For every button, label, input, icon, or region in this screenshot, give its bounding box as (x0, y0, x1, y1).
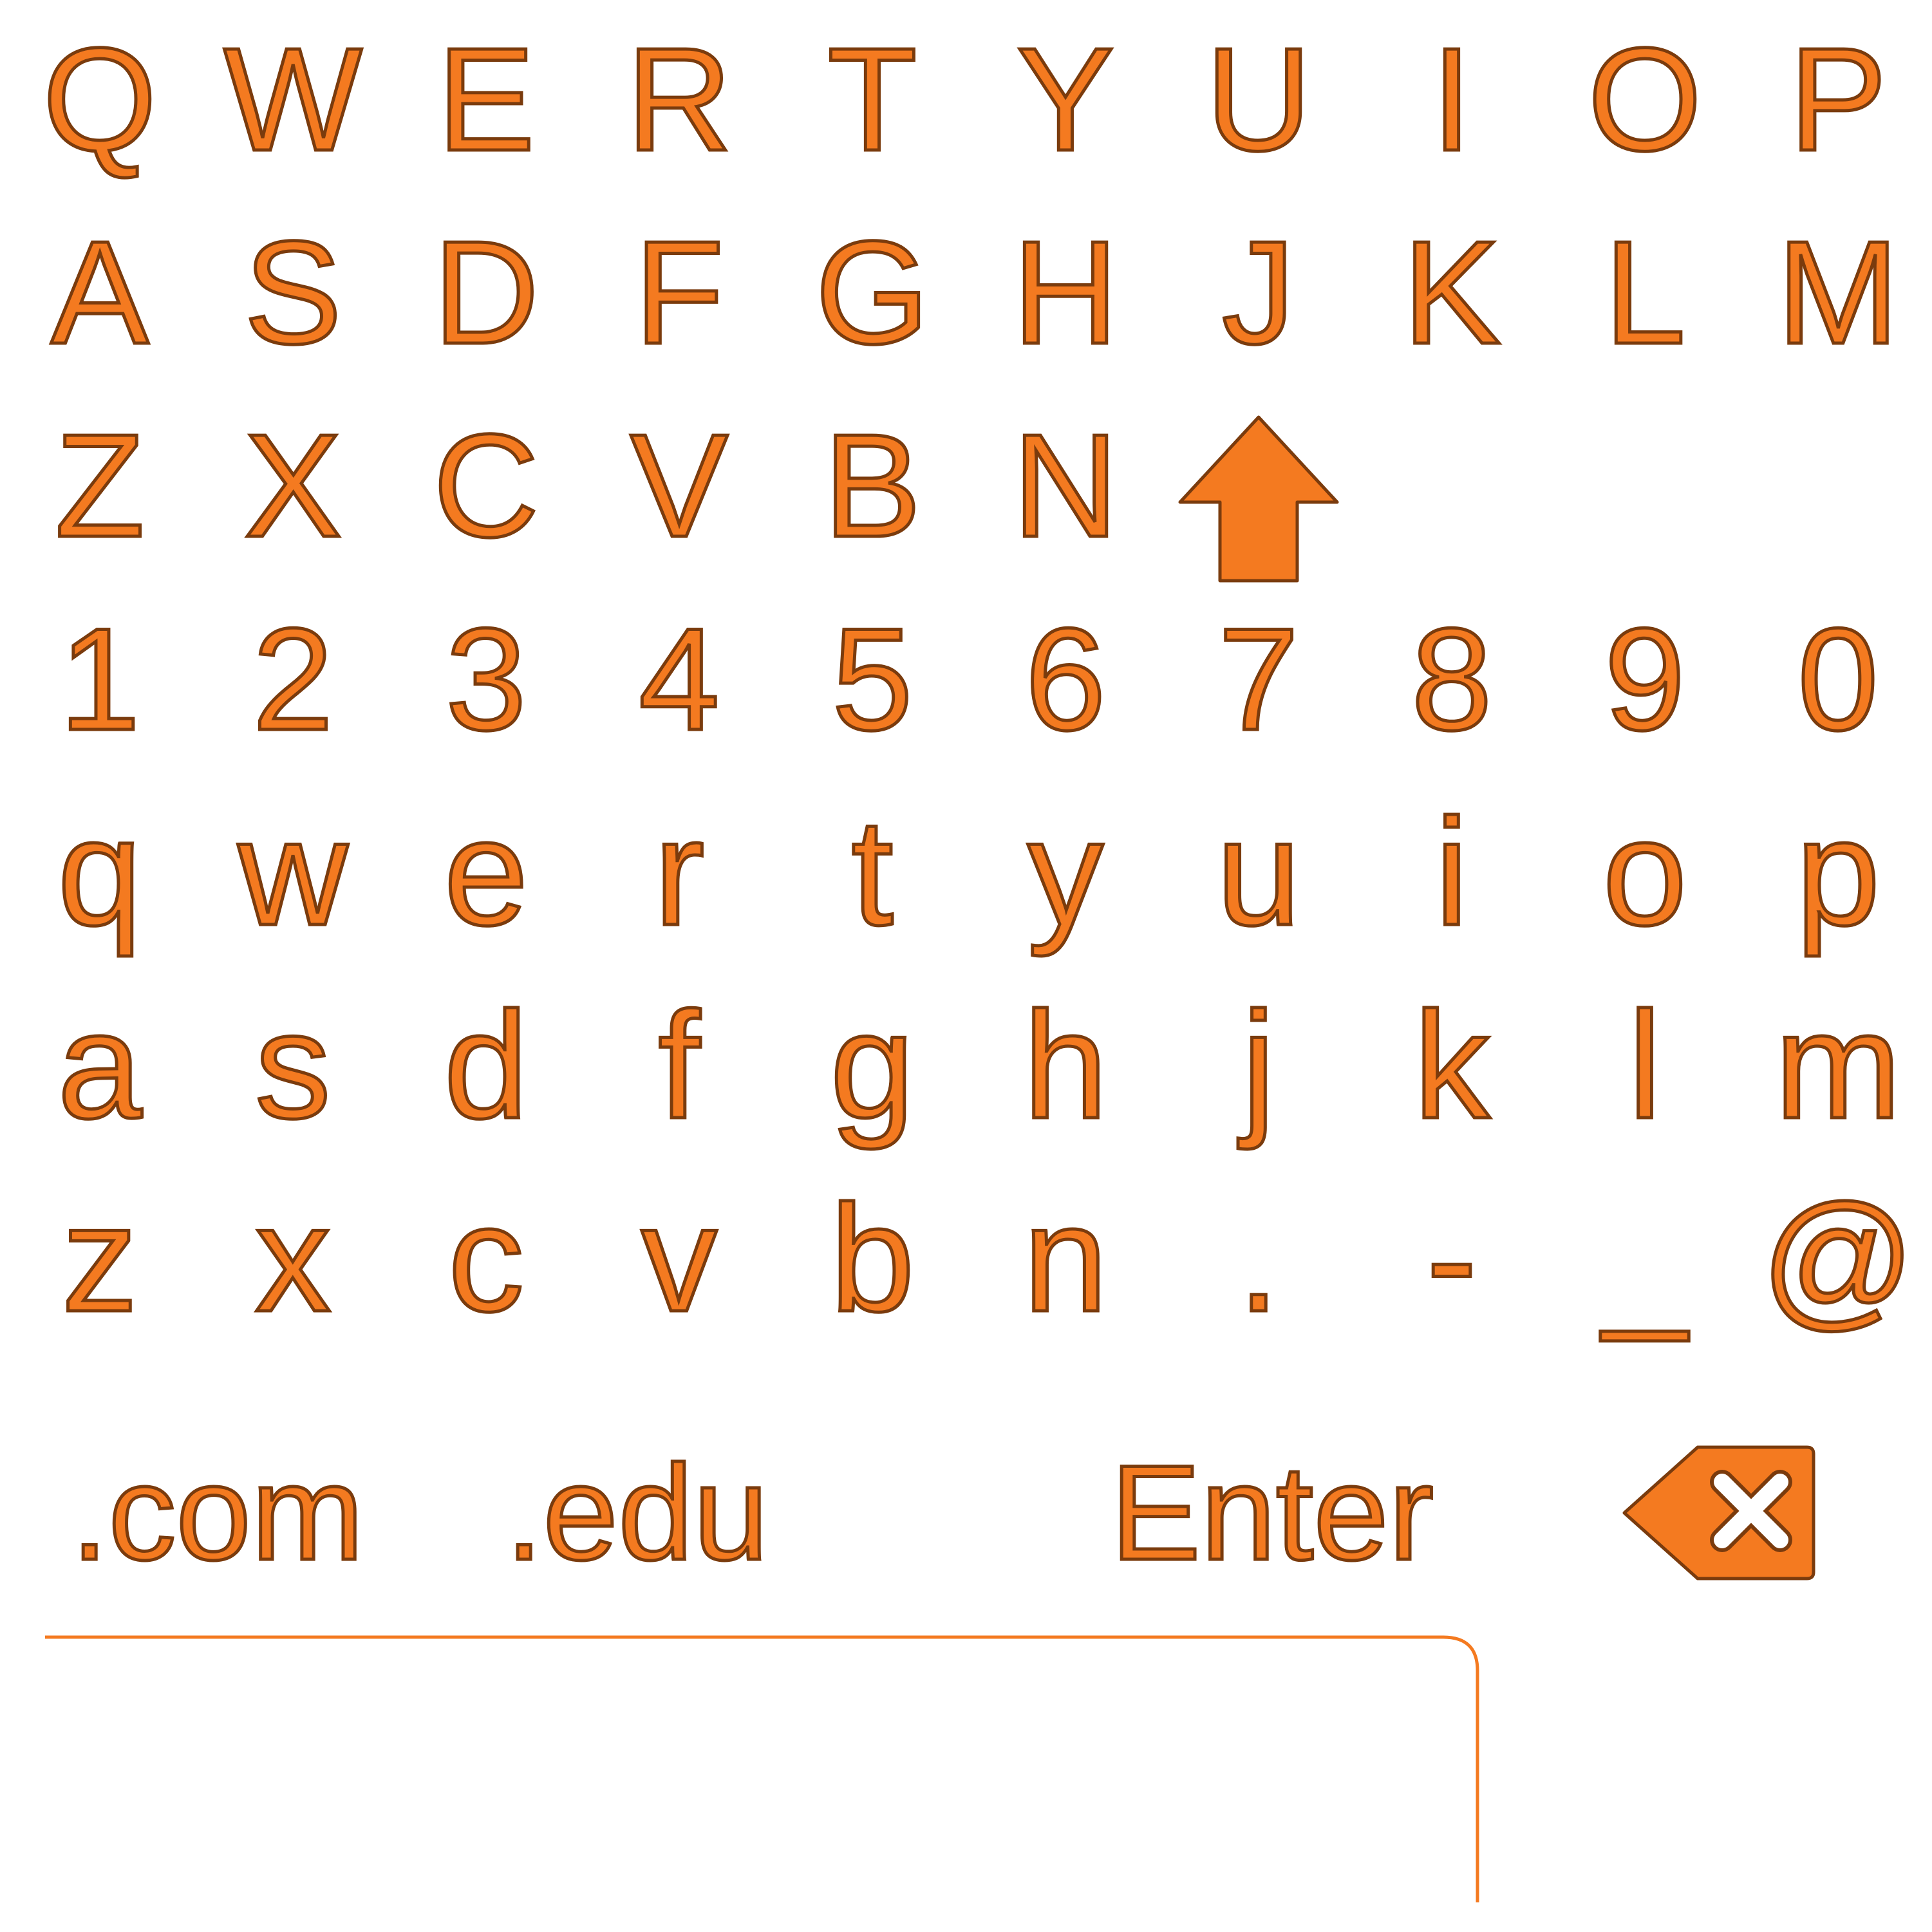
key-V[interactable]: V (583, 389, 776, 583)
key-8[interactable]: 8 (1355, 583, 1548, 776)
key-H[interactable]: H (969, 196, 1162, 389)
key-n[interactable]: n (969, 1162, 1162, 1355)
text-input-area (45, 1632, 1482, 1902)
key-W[interactable]: W (196, 3, 389, 196)
key-d[interactable]: d (389, 969, 583, 1162)
key-9[interactable]: 9 (1548, 583, 1741, 776)
key-5[interactable]: 5 (776, 583, 969, 776)
key-S[interactable]: S (196, 196, 389, 389)
key-E[interactable]: E (389, 3, 583, 196)
key-Z[interactable]: Z (3, 389, 196, 583)
key-3[interactable]: 3 (389, 583, 583, 776)
key-A[interactable]: A (3, 196, 196, 389)
key-R[interactable]: R (583, 3, 776, 196)
key-B[interactable]: B (776, 389, 969, 583)
key-T[interactable]: T (776, 3, 969, 196)
text-input-field[interactable] (71, 1671, 1425, 1865)
key-h[interactable]: h (969, 969, 1162, 1162)
keyboard-row-upper-1: Q W E R T Y U I O P (0, 3, 1932, 196)
key-O[interactable]: O (1548, 3, 1741, 196)
key-p[interactable]: p (1741, 776, 1932, 969)
key-at[interactable]: @ (1741, 1162, 1932, 1355)
key-N[interactable]: N (969, 389, 1162, 583)
key-Q[interactable]: Q (3, 3, 196, 196)
key-i[interactable]: i (1355, 776, 1548, 969)
key-P[interactable]: P (1741, 3, 1932, 196)
key-0[interactable]: 0 (1741, 583, 1932, 776)
keyboard-row-upper-2: A S D F G H J K L M (0, 196, 1932, 389)
key-j[interactable]: j (1162, 969, 1355, 1162)
backspace-icon (1622, 1445, 1815, 1580)
key-w[interactable]: w (196, 776, 389, 969)
key-u[interactable]: u (1162, 776, 1355, 969)
key-hyphen[interactable]: - (1355, 1162, 1548, 1355)
key-m[interactable]: m (1741, 969, 1932, 1162)
key-underscore[interactable]: _ (1548, 1162, 1741, 1355)
key-L[interactable]: L (1548, 196, 1741, 389)
key-dot-com[interactable]: .com (70, 1416, 431, 1609)
key-o[interactable]: o (1548, 776, 1741, 969)
key-2[interactable]: 2 (196, 583, 389, 776)
on-screen-keyboard: Q W E R T Y U I O P A S D F G H J K L M … (0, 0, 1932, 1906)
key-K[interactable]: K (1355, 196, 1548, 389)
key-q[interactable]: q (3, 776, 196, 969)
key-Y[interactable]: Y (969, 3, 1162, 196)
key-4[interactable]: 4 (583, 583, 776, 776)
key-M[interactable]: M (1741, 196, 1932, 389)
keyboard-row-lower-2: a s d f g h j k l m (0, 969, 1932, 1162)
key-6[interactable]: 6 (969, 583, 1162, 776)
key-7[interactable]: 7 (1162, 583, 1355, 776)
shift-key[interactable] (1162, 402, 1355, 596)
key-C[interactable]: C (389, 389, 583, 583)
key-1[interactable]: 1 (3, 583, 196, 776)
keyboard-row-upper-3: Z X C V B N (0, 389, 1932, 583)
key-G[interactable]: G (776, 196, 969, 389)
keyboard-row-numbers: 1 2 3 4 5 6 7 8 9 0 (0, 583, 1932, 776)
key-r[interactable]: r (583, 776, 776, 969)
key-l[interactable]: l (1548, 969, 1741, 1162)
keyboard-row-bottom: .com .edu Enter (0, 1416, 1932, 1609)
key-F[interactable]: F (583, 196, 776, 389)
keyboard-row-lower-3: z x c v b n . - _ @ (0, 1162, 1932, 1355)
key-x[interactable]: x (196, 1162, 389, 1355)
key-z[interactable]: z (3, 1162, 196, 1355)
key-b[interactable]: b (776, 1162, 969, 1355)
keyboard-row-lower-1: q w e r t y u i o p (0, 776, 1932, 969)
backspace-key[interactable] (1613, 1416, 1825, 1609)
enter-key[interactable]: Enter (1109, 1416, 1497, 1609)
key-J[interactable]: J (1162, 196, 1355, 389)
key-X[interactable]: X (196, 389, 389, 583)
key-dot-edu[interactable]: .edu (504, 1416, 866, 1609)
key-period[interactable]: . (1162, 1162, 1355, 1355)
key-t[interactable]: t (776, 776, 969, 969)
key-s[interactable]: s (196, 969, 389, 1162)
key-f[interactable]: f (583, 969, 776, 1162)
key-e[interactable]: e (389, 776, 583, 969)
key-I[interactable]: I (1355, 3, 1548, 196)
shift-arrow-up-icon (1178, 415, 1339, 583)
key-k[interactable]: k (1355, 969, 1548, 1162)
key-U[interactable]: U (1162, 3, 1355, 196)
key-D[interactable]: D (389, 196, 583, 389)
key-g[interactable]: g (776, 969, 969, 1162)
key-y[interactable]: y (969, 776, 1162, 969)
key-v[interactable]: v (583, 1162, 776, 1355)
key-c[interactable]: c (389, 1162, 583, 1355)
key-a[interactable]: a (3, 969, 196, 1162)
